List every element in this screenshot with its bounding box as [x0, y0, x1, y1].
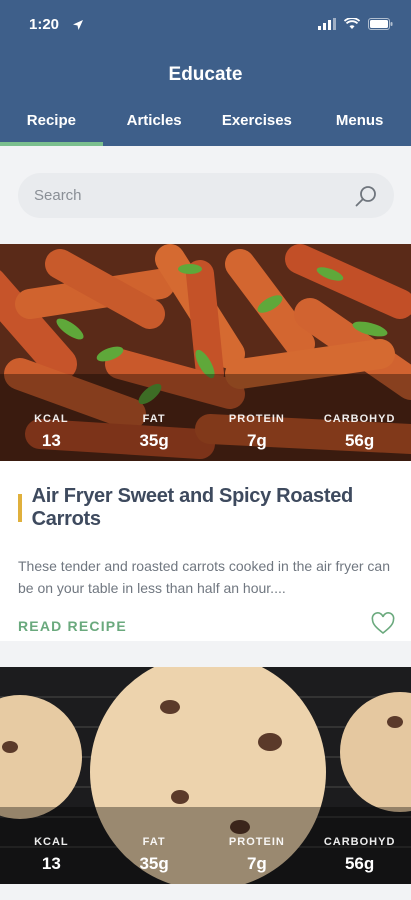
recipe-image[interactable]: KCAL 13 FAT 35g PROTEIN 7g CARBOHYD 56g [0, 667, 411, 884]
macro-protein: PROTEIN 7g [212, 836, 302, 874]
macro-carbohyd: CARBOHYD 56g [315, 836, 405, 874]
title-accent-bar [18, 494, 22, 522]
macro-label: CARBOHYD [323, 836, 396, 848]
status-indicators [318, 18, 393, 30]
macro-value: 7g [246, 431, 267, 450]
macro-value: 56g [344, 431, 375, 450]
macro-fat: FAT 35g [109, 836, 199, 874]
search-icon[interactable] [354, 184, 378, 208]
macro-label: KCAL [34, 836, 69, 848]
macro-label: KCAL [34, 413, 69, 425]
recipe-card[interactable]: KCAL 13 FAT 35g PROTEIN 7g CARBOHYD 56g [0, 667, 411, 884]
recipe-description: These tender and roasted carrots cooked … [18, 558, 390, 596]
macro-label: PROTEIN [228, 836, 285, 848]
recipe-title-row: Air Fryer Sweet and Spicy Roasted Carrot… [18, 485, 393, 531]
macro-label: CARBOHYD [323, 413, 396, 425]
recipe-image[interactable]: KCAL 13 FAT 35g PROTEIN 7g CARBOHYD 56g [0, 244, 411, 461]
location-arrow-icon [73, 20, 83, 30]
tab-recipe[interactable]: Recipe [0, 104, 103, 146]
signal-icon [318, 18, 336, 30]
wifi-icon [344, 18, 360, 29]
app-title: Educate [168, 64, 243, 85]
status-bar: 1:20 [0, 14, 411, 38]
recipe-title[interactable]: Air Fryer Sweet and Spicy Roasted Carrot… [32, 485, 393, 531]
search-bar [18, 173, 394, 218]
macro-kcal: KCAL 13 [6, 413, 96, 451]
macro-label: FAT [142, 413, 166, 425]
macro-value: 7g [246, 854, 267, 873]
recipe-card[interactable]: KCAL 13 FAT 35g PROTEIN 7g CARBOHYD 56g … [0, 244, 411, 641]
macro-kcal: KCAL 13 [6, 836, 96, 874]
macros-row: KCAL 13 FAT 35g PROTEIN 7g CARBOHYD 56g [0, 413, 411, 451]
read-recipe-link[interactable]: READ RECIPE [18, 618, 127, 634]
macro-value: 56g [344, 854, 375, 873]
macro-carbohyd: CARBOHYD 56g [315, 413, 405, 451]
search-input[interactable] [34, 173, 334, 218]
macro-label: PROTEIN [228, 413, 285, 425]
macro-fat: FAT 35g [109, 413, 199, 451]
heart-icon[interactable] [371, 612, 395, 636]
tab-articles[interactable]: Articles [103, 104, 206, 146]
macro-value: 35g [139, 854, 169, 873]
battery-icon [368, 18, 393, 30]
tab-menus[interactable]: Menus [308, 104, 411, 146]
macros-row: KCAL 13 FAT 35g PROTEIN 7g CARBOHYD 56g [0, 836, 411, 874]
macro-value: 35g [139, 431, 169, 450]
app-header: 1:20 Educate Recipe Articles Exercises M… [0, 0, 411, 146]
macro-label: FAT [142, 836, 166, 848]
status-time: 1:20 [29, 16, 60, 33]
recipe-card-body: Air Fryer Sweet and Spicy Roasted Carrot… [0, 461, 411, 641]
tab-exercises[interactable]: Exercises [206, 104, 309, 146]
tab-bar: Recipe Articles Exercises Menus [0, 104, 411, 146]
macro-value: 13 [41, 431, 61, 450]
macro-value: 13 [41, 854, 61, 873]
macro-protein: PROTEIN 7g [212, 413, 302, 451]
